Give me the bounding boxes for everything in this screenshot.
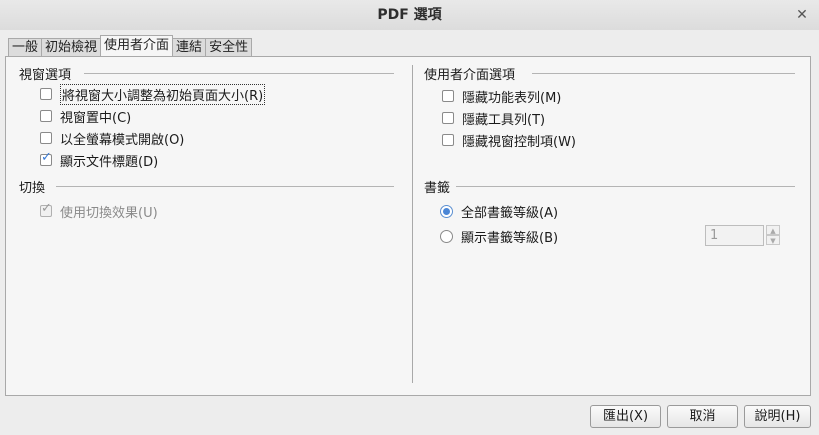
hide-menubar-option[interactable]: 隱藏功能表列(M) — [442, 86, 561, 106]
close-icon[interactable]: ✕ — [795, 8, 809, 22]
transitions-heading: 切換 — [19, 181, 46, 196]
ui-options-heading: 使用者介面選項 — [424, 68, 516, 83]
center-window-option[interactable]: 視窗置中(C) — [40, 106, 131, 126]
tab-bar: 一般 初始檢視 使用者介面 連結 安全性 — [8, 35, 253, 56]
center-window-label: 視窗置中(C) — [60, 110, 132, 126]
bookmarks-heading: 書籤 — [424, 181, 451, 196]
chevron-down-icon[interactable]: ▼ — [766, 235, 780, 245]
hide-toolbar-label: 隱藏工具列(T) — [462, 112, 546, 128]
hide-menubar-label: 隱藏功能表列(M) — [462, 90, 562, 106]
help-button[interactable]: 說明(H) — [744, 405, 811, 428]
bookmark-level-spinner[interactable]: 1 ▲ ▼ — [705, 225, 781, 246]
window-options-heading: 視窗選項 — [19, 68, 72, 83]
use-transitions-checkbox[interactable] — [40, 201, 52, 217]
center-window-checkbox[interactable] — [40, 110, 52, 122]
hide-toolbar-checkbox[interactable] — [442, 112, 454, 124]
divider — [84, 73, 394, 74]
display-title-option[interactable]: 顯示文件標題(D) — [40, 150, 158, 170]
visible-bookmark-levels-option[interactable]: 顯示書籤等級(B) — [440, 226, 558, 246]
title-bar: PDF 選項 ✕ — [0, 0, 819, 30]
use-transitions-label: 使用切換效果(U) — [60, 205, 158, 221]
hide-window-controls-option[interactable]: 隱藏視窗控制項(W) — [442, 130, 576, 150]
all-bookmark-levels-label: 全部書籤等級(A) — [461, 205, 559, 221]
divider — [56, 186, 394, 187]
fullscreen-label: 以全螢幕模式開啟(O) — [60, 132, 185, 148]
all-bookmark-levels-radio[interactable] — [440, 204, 453, 218]
visible-bookmark-levels-label: 顯示書籤等級(B) — [461, 230, 559, 246]
export-button[interactable]: 匯出(X) — [590, 405, 661, 428]
visible-bookmark-levels-radio[interactable] — [440, 229, 453, 243]
tab-panel: 視窗選項 將視窗大小調整為初始頁面大小(R) 視窗置中(C) 以全螢幕模式開啟(… — [5, 56, 811, 396]
hide-toolbar-option[interactable]: 隱藏工具列(T) — [442, 108, 545, 128]
tab-links[interactable]: 連結 — [172, 38, 207, 56]
tab-initial-view[interactable]: 初始檢視 — [41, 38, 102, 56]
divider — [456, 186, 795, 187]
hide-window-controls-label: 隱藏視窗控制項(W) — [462, 134, 576, 150]
tab-general[interactable]: 一般 — [8, 38, 43, 56]
resize-window-checkbox[interactable] — [40, 88, 52, 100]
bookmark-level-input[interactable]: 1 — [705, 225, 764, 246]
window-title: PDF 選項 — [377, 7, 442, 23]
display-title-label: 顯示文件標題(D) — [60, 154, 159, 170]
tab-user-interface[interactable]: 使用者介面 — [100, 35, 174, 56]
hide-menubar-checkbox[interactable] — [442, 90, 454, 102]
fullscreen-checkbox[interactable] — [40, 132, 52, 144]
resize-window-label: 將視窗大小調整為初始頁面大小(R) — [60, 83, 266, 105]
spinner-buttons: ▲ ▼ — [766, 225, 780, 246]
hide-window-controls-checkbox[interactable] — [442, 134, 454, 146]
tab-security[interactable]: 安全性 — [205, 38, 253, 56]
cancel-button[interactable]: 取消 — [667, 405, 738, 428]
column-divider — [412, 65, 413, 383]
chevron-up-icon[interactable]: ▲ — [766, 225, 780, 235]
use-transitions-option[interactable]: 使用切換效果(U) — [40, 201, 158, 221]
divider — [532, 73, 795, 74]
all-bookmark-levels-option[interactable]: 全部書籤等級(A) — [440, 201, 558, 221]
display-title-checkbox[interactable] — [40, 150, 52, 166]
resize-window-option[interactable]: 將視窗大小調整為初始頁面大小(R) — [40, 83, 266, 105]
fullscreen-option[interactable]: 以全螢幕模式開啟(O) — [40, 128, 184, 148]
